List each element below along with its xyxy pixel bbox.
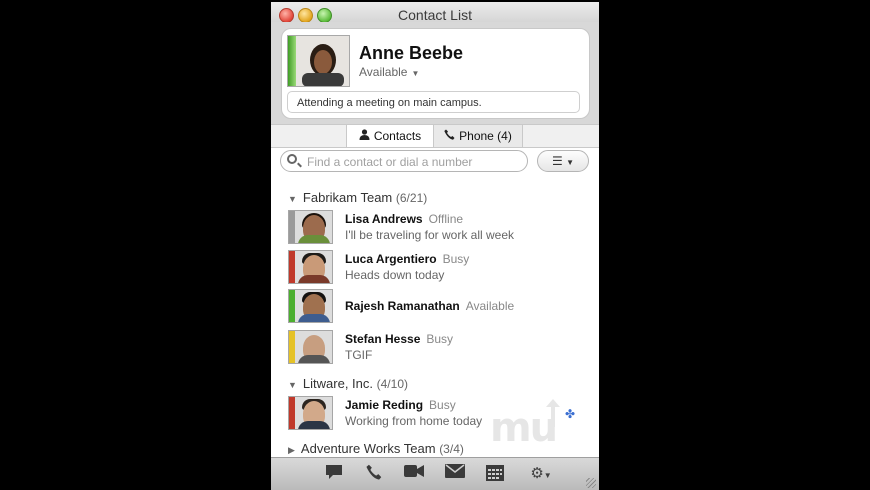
contact-note: Heads down today xyxy=(345,268,445,282)
search-field[interactable] xyxy=(280,150,528,172)
video-icon[interactable] xyxy=(403,464,425,484)
contact-name: Jamie Reding xyxy=(345,398,424,412)
presence-bar xyxy=(289,290,295,322)
tab-contacts[interactable]: Contacts xyxy=(346,125,434,147)
my-name: Anne Beebe xyxy=(359,43,464,63)
group-count: (3/4) xyxy=(439,442,464,456)
search-icon xyxy=(287,154,297,164)
presence-bar xyxy=(289,331,295,363)
tab-phone[interactable]: Phone (4) xyxy=(433,125,523,147)
group-header-litware[interactable]: ▼ Litware, Inc. (4/10) xyxy=(288,376,408,391)
watermark-arrow-icon xyxy=(546,399,560,427)
contact-row[interactable]: Rajesh Ramanathan Available xyxy=(288,289,588,327)
contact-row[interactable]: Stefan Hesse Busy TGIF xyxy=(288,330,588,368)
contact-avatar xyxy=(288,210,333,244)
contact-name: Lisa Andrews xyxy=(345,212,423,226)
contact-avatar xyxy=(288,330,333,364)
watermark-logo: mu xyxy=(490,405,558,451)
contact-avatar xyxy=(288,396,333,430)
tab-contacts-label: Contacts xyxy=(373,129,422,143)
group-header-adventure-works[interactable]: ▶ Adventure Works Team (3/4) xyxy=(288,441,464,456)
contact-note: I'll be traveling for work all week xyxy=(345,228,515,242)
presence-bar xyxy=(289,211,295,243)
mail-icon[interactable] xyxy=(444,464,466,484)
tab-phone-label: Phone (4) xyxy=(459,129,512,143)
contact-status: Busy xyxy=(429,398,456,412)
group-name: Fabrikam Team xyxy=(302,190,393,205)
my-avatar[interactable] xyxy=(287,35,350,87)
resize-grip[interactable] xyxy=(586,478,596,488)
contact-note: TGIF xyxy=(345,348,373,362)
watermark-badge-icon: ✤ xyxy=(565,407,576,421)
chevron-down-icon: ▼ xyxy=(566,158,575,167)
contact-note: Working from home today xyxy=(345,414,483,428)
view-options-button[interactable]: ☰ ▼ xyxy=(537,150,589,172)
group-count: (6/21) xyxy=(395,191,428,205)
bottom-toolbar: ⚙▼ xyxy=(271,457,599,490)
personal-note-field[interactable]: Attending a meeting on main campus. xyxy=(287,91,580,113)
contact-status: Busy xyxy=(426,332,454,346)
search-input[interactable] xyxy=(305,152,524,172)
phone-icon[interactable] xyxy=(363,464,385,484)
gear-icon[interactable]: ⚙▼ xyxy=(526,464,556,484)
contact-status: Busy xyxy=(442,252,470,266)
expanded-triangle-icon: ▼ xyxy=(288,380,297,390)
phone-icon xyxy=(444,125,455,147)
chevron-down-icon: ▼ xyxy=(411,69,420,78)
contact-status: Offline xyxy=(428,212,464,226)
contact-name: Rajesh Ramanathan xyxy=(345,299,460,313)
my-status-label: Available xyxy=(359,65,408,79)
tab-bar: Contacts Phone (4) xyxy=(271,124,599,148)
my-status-dropdown[interactable]: Available ▼ xyxy=(359,65,419,79)
expanded-triangle-icon: ▼ xyxy=(288,194,297,204)
contact-row[interactable]: Luca Argentiero Busy Heads down today xyxy=(288,250,588,288)
group-count: (4/10) xyxy=(376,377,408,391)
contact-name: Luca Argentiero xyxy=(345,252,437,266)
person-icon xyxy=(359,125,370,147)
my-profile-card: Anne Beebe Available ▼ Attending a meetin… xyxy=(281,28,590,119)
window-title: Contact List xyxy=(398,7,472,23)
collapsed-triangle-icon: ▶ xyxy=(288,445,295,455)
chat-icon[interactable] xyxy=(323,464,345,484)
contact-name: Stefan Hesse xyxy=(345,332,421,346)
contact-status: Available xyxy=(465,299,515,313)
group-header-fabrikam[interactable]: ▼ Fabrikam Team (6/21) xyxy=(288,190,427,205)
group-name: Adventure Works Team xyxy=(300,441,436,456)
contact-row[interactable]: Lisa Andrews Offline I'll be traveling fo… xyxy=(288,210,588,248)
contact-avatar xyxy=(288,289,333,323)
calendar-icon[interactable] xyxy=(484,464,506,484)
presence-bar xyxy=(289,251,295,283)
presence-bar xyxy=(289,397,295,429)
contact-avatar xyxy=(288,250,333,284)
group-name: Litware, Inc. xyxy=(302,376,374,391)
list-icon: ☰ xyxy=(551,154,563,168)
